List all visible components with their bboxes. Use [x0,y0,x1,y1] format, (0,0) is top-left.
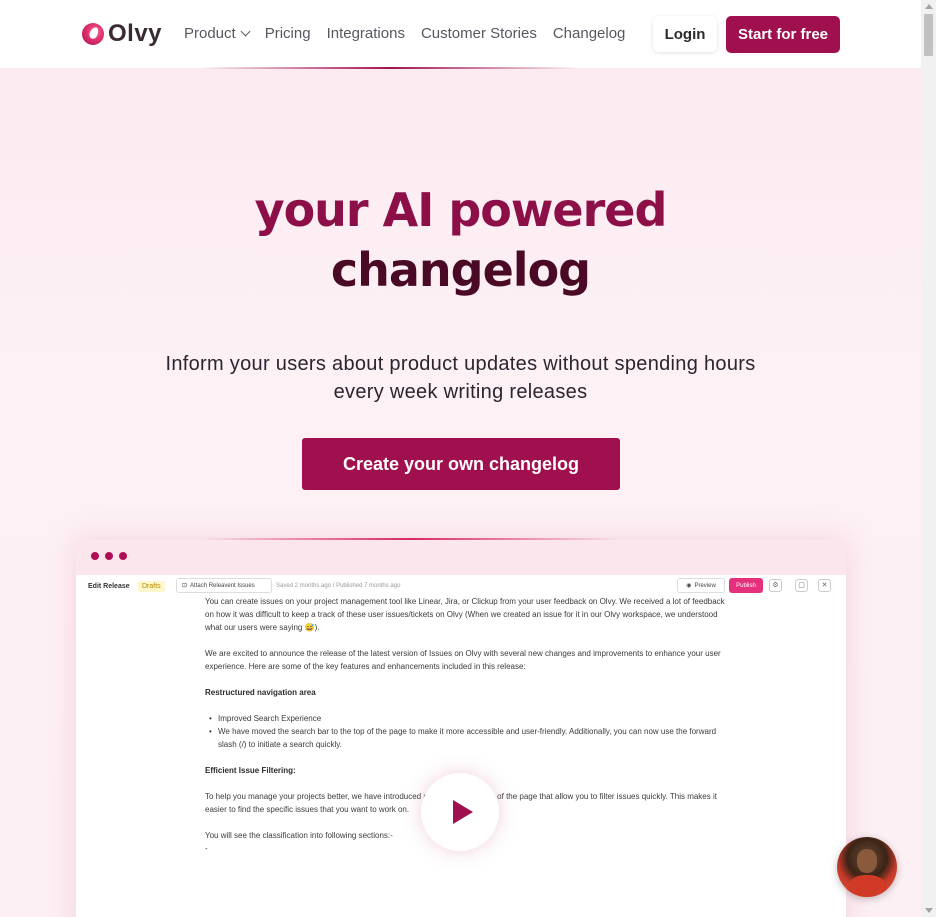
save-status: Saved 2 months ago / Published 7 months … [276,583,400,589]
hero-title-line2: changelog [330,243,591,297]
list-item: We have moved the search bar to the top … [205,725,725,751]
published-time: Published 7 months ago [336,583,401,589]
top-navbar: Olvy Product Pricing Integrations Custom… [0,0,921,68]
saved-time: Saved 2 months ago [276,583,332,589]
logo-text: Olvy [108,20,163,47]
nav-link-pricing[interactable]: Pricing [265,25,311,42]
chat-support-avatar[interactable] [837,837,897,897]
eye-icon: ◉ [686,583,692,589]
publish-button[interactable]: Publish [729,578,763,593]
hero-subtitle: Inform your users about product updates … [165,353,756,403]
app-screen: Edit Release Drafts ⊡ Attach Releavent I… [76,575,846,917]
page: Olvy Product Pricing Integrations Custom… [0,0,921,917]
preview-button[interactable]: ◉ Preview [677,578,725,593]
nav-link-changelog[interactable]: Changelog [553,25,626,42]
window-dot-icon [105,552,113,560]
create-changelog-button[interactable]: Create your own changelog [302,438,620,490]
login-button[interactable]: Login [653,16,717,52]
preview-label: Preview [694,582,716,589]
nav-divider [200,67,580,69]
attach-issues-label: Attach Releavent Issues [190,582,255,589]
scroll-down-arrow-icon[interactable] [925,908,933,913]
window-icon[interactable]: ▢ [795,579,808,592]
list-item: Improved Search Experience [205,712,725,725]
doc-paragraph: We are excited to announce the release o… [205,649,721,671]
nav-link-customer-stories[interactable]: Customer Stories [421,25,537,42]
close-icon[interactable]: ✕ [818,579,831,592]
hero-title-line1: your AI powered [254,183,668,237]
edit-release-title: Edit Release [88,583,130,590]
avatar-body [847,875,887,897]
nav-link-integrations[interactable]: Integrations [327,25,405,42]
avatar-face [857,849,877,873]
play-button[interactable] [421,773,499,851]
doc-paragraph: You can create issues on your project ma… [205,597,725,632]
attach-issues-button[interactable]: ⊡ Attach Releavent Issues [176,578,272,593]
olvy-logo-icon [82,23,104,45]
chevron-down-icon [240,26,251,37]
doc-list: Improved Search Experience We have moved… [205,712,725,751]
window-dot-icon [119,552,127,560]
nav-link-product[interactable]: Product [184,25,251,42]
nav-link-label: Product [184,25,236,42]
logo[interactable]: Olvy [82,20,162,48]
doc-heading: Restructured navigation area [205,688,316,697]
play-icon [452,800,473,824]
scroll-up-arrow-icon[interactable] [925,4,933,9]
status-badge: Drafts [138,581,165,592]
app-preview-window: Edit Release Drafts ⊡ Attach Releavent I… [76,540,846,917]
window-dot-icon [91,552,99,560]
settings-icon[interactable]: ⚙ [769,579,782,592]
hero-title: your AI powered changelog [0,180,921,300]
page-scrollbar[interactable] [921,0,936,917]
window-dots [91,552,127,560]
scrollbar-thumb[interactable] [924,14,933,56]
start-for-free-button[interactable]: Start for free [726,16,840,53]
nav-links: Product Pricing Integrations Customer St… [184,25,641,42]
attach-icon: ⊡ [182,583,188,589]
